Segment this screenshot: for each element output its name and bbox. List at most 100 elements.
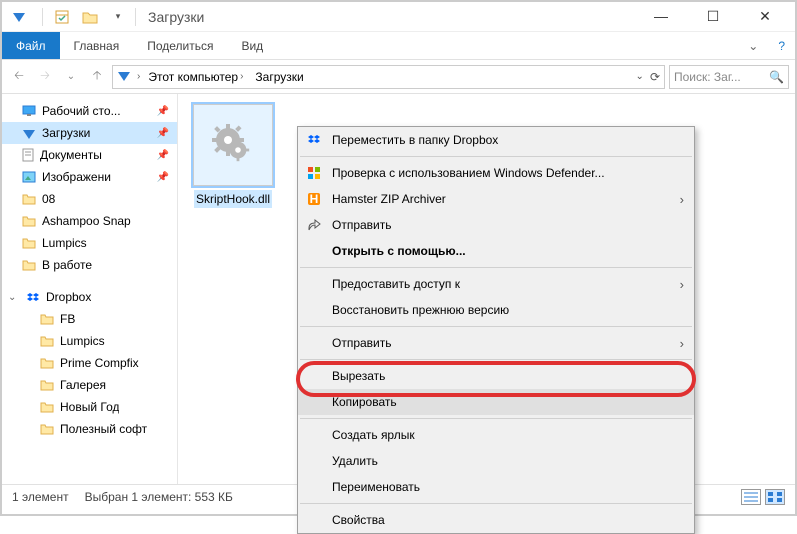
separator [300, 326, 692, 327]
pin-icon: 📌 [157, 128, 169, 139]
nav-item-documents[interactable]: Документы📌 [2, 144, 177, 166]
ctx-create-shortcut[interactable]: Создать ярлык [298, 422, 694, 448]
ctx-send-to[interactable]: Отправить [298, 212, 694, 238]
forward-button[interactable]: 🡢 [34, 66, 56, 88]
hamster-icon: H [306, 191, 322, 207]
nav-label: FB [60, 312, 75, 326]
nav-label: Lumpics [42, 236, 87, 250]
pin-icon: 📌 [157, 106, 169, 117]
chevron-right-icon: › [680, 277, 684, 292]
nav-label: Prime Compfix [60, 356, 139, 370]
ribbon-expand-icon[interactable]: ⌄ [738, 39, 768, 53]
nav-item-lumpics2[interactable]: Lumpics [2, 330, 177, 352]
chevron-right-icon[interactable]: › [240, 71, 243, 82]
ctx-properties[interactable]: Свойства [298, 507, 694, 533]
ctx-label: Отправить [332, 336, 392, 350]
svg-text:H: H [310, 192, 319, 206]
window-controls: — ☐ ✕ [647, 8, 787, 25]
ctx-send-to-2[interactable]: Отправить › [298, 330, 694, 356]
ctx-open-with[interactable]: Открыть с помощью... [298, 238, 694, 264]
ctx-label: Предоставить доступ к [332, 277, 460, 291]
nav-item-inwork[interactable]: В работе [2, 254, 177, 276]
tab-home[interactable]: Главная [60, 32, 134, 59]
ribbon-tabs: Файл Главная Поделиться Вид ⌄ ? [2, 32, 795, 60]
nav-item-08[interactable]: 08 [2, 188, 177, 210]
nav-item-useful[interactable]: Полезный софт [2, 418, 177, 440]
chevron-right-icon: › [680, 336, 684, 351]
ctx-rename[interactable]: Переименовать [298, 474, 694, 500]
ctx-delete[interactable]: Удалить [298, 448, 694, 474]
down-arrow-icon[interactable] [10, 8, 28, 26]
search-icon: 🔍 [769, 70, 784, 84]
help-icon[interactable]: ? [768, 39, 795, 53]
icons-view-button[interactable] [765, 489, 785, 505]
dropdown-icon[interactable]: ⌄ [636, 71, 644, 82]
folder-icon [40, 401, 54, 413]
ctx-defender-scan[interactable]: Проверка с использованием Windows Defend… [298, 160, 694, 186]
ctx-copy[interactable]: Копировать [298, 389, 694, 415]
separator [300, 503, 692, 504]
address-bar[interactable]: › Этот компьютер› Загрузки ⌄ ⟳ [112, 65, 665, 89]
dropbox-icon [306, 132, 322, 148]
ctx-move-to-dropbox[interactable]: Переместить в папку Dropbox [298, 127, 694, 153]
folder-icon [40, 313, 54, 325]
qat-dropdown-icon[interactable]: ▾ [109, 8, 127, 26]
separator [300, 267, 692, 268]
gear-icon [208, 120, 258, 170]
close-button[interactable]: ✕ [751, 8, 779, 25]
nav-item-gallery[interactable]: Галерея [2, 374, 177, 396]
recent-dropdown[interactable]: ⌄ [60, 66, 82, 88]
status-item-count: 1 элемент [12, 490, 69, 504]
window-title: Загрузки [148, 9, 647, 25]
tab-share[interactable]: Поделиться [133, 32, 227, 59]
refresh-icon[interactable]: ⟳ [650, 70, 660, 84]
nav-item-prime[interactable]: Prime Compfix [2, 352, 177, 374]
separator [300, 418, 692, 419]
back-button[interactable]: 🡠 [8, 66, 30, 88]
folder-icon [22, 237, 36, 249]
properties-icon[interactable] [53, 8, 71, 26]
ctx-grant-access[interactable]: Предоставить доступ к › [298, 271, 694, 297]
folder-icon [22, 215, 36, 227]
defender-icon [306, 165, 322, 181]
nav-item-fb[interactable]: FB [2, 308, 177, 330]
nav-label: Рабочий сто... [42, 104, 121, 118]
folder-icon[interactable] [81, 8, 99, 26]
nav-item-downloads[interactable]: Загрузки📌 [2, 122, 177, 144]
folder-icon [40, 423, 54, 435]
address-actions: ⌄ ⟳ [636, 70, 660, 84]
ctx-cut[interactable]: Вырезать [298, 363, 694, 389]
ctx-hamster-zip[interactable]: HHamster ZIP Archiver› [298, 186, 694, 212]
quick-access-toolbar: ▾ [10, 8, 131, 26]
minimize-button[interactable]: — [647, 8, 675, 25]
separator [42, 8, 43, 26]
nav-item-ashampoo[interactable]: Ashampoo Snap [2, 210, 177, 232]
dropbox-icon [26, 291, 40, 303]
ctx-label: Удалить [332, 454, 378, 468]
ctx-restore-version[interactable]: Восстановить прежнюю версию [298, 297, 694, 323]
breadcrumb-segment[interactable]: Загрузки [251, 70, 307, 84]
nav-item-newyear[interactable]: Новый Год [2, 396, 177, 418]
nav-item-pictures[interactable]: Изображени📌 [2, 166, 177, 188]
breadcrumb-segment[interactable]: Этот компьютер› [144, 70, 247, 84]
details-view-button[interactable] [741, 489, 761, 505]
nav-label: Документы [40, 148, 102, 162]
nav-label: В работе [42, 258, 92, 272]
chevron-right-icon[interactable]: › [137, 71, 140, 82]
nav-item-lumpics[interactable]: Lumpics [2, 232, 177, 254]
navbar: 🡠 🡢 ⌄ 🡡 › Этот компьютер› Загрузки ⌄ ⟳ П… [2, 60, 795, 94]
search-placeholder: Поиск: Заг... [674, 70, 741, 84]
context-menu: Переместить в папку Dropbox Проверка с и… [297, 126, 695, 534]
maximize-button[interactable]: ☐ [699, 8, 727, 25]
tab-file[interactable]: Файл [2, 32, 60, 59]
down-arrow-icon [117, 69, 133, 85]
nav-item-dropbox[interactable]: ⌄Dropbox [2, 286, 177, 308]
separator [300, 359, 692, 360]
search-input[interactable]: Поиск: Заг... 🔍 [669, 65, 789, 89]
tab-view[interactable]: Вид [227, 32, 277, 59]
nav-item-desktop[interactable]: Рабочий сто... 📌 [2, 100, 177, 122]
chevron-down-icon[interactable]: ⌄ [8, 292, 20, 303]
up-button[interactable]: 🡡 [86, 66, 108, 88]
file-item[interactable]: SkriptHook.dll [188, 104, 278, 208]
ctx-label: Проверка с использованием Windows Defend… [332, 166, 605, 180]
